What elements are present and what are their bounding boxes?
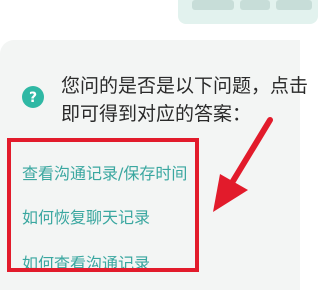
blurred-text — [276, 0, 312, 10]
question-link-restore-chat[interactable]: 如何恢复聊天记录 — [22, 208, 150, 228]
previous-message-bubble — [178, 0, 318, 24]
faq-prompt-line1: 您问的是否是以下问题，点击 — [61, 75, 309, 97]
blurred-text — [192, 0, 234, 10]
question-link-save-time[interactable]: 查看沟通记录/保存时间 — [22, 164, 187, 184]
svg-text:?: ? — [29, 90, 37, 106]
blurred-text — [240, 0, 270, 10]
suggested-question-list: 查看沟通记录/保存时间 如何恢复聊天记录 如何查看沟通记录 — [0, 136, 300, 275]
faq-prompt-line2: 即可得到对应的答案： — [61, 103, 252, 125]
question-mark-icon: ? — [22, 86, 44, 108]
question-link-view-records[interactable]: 如何查看沟通记录 — [22, 254, 150, 274]
